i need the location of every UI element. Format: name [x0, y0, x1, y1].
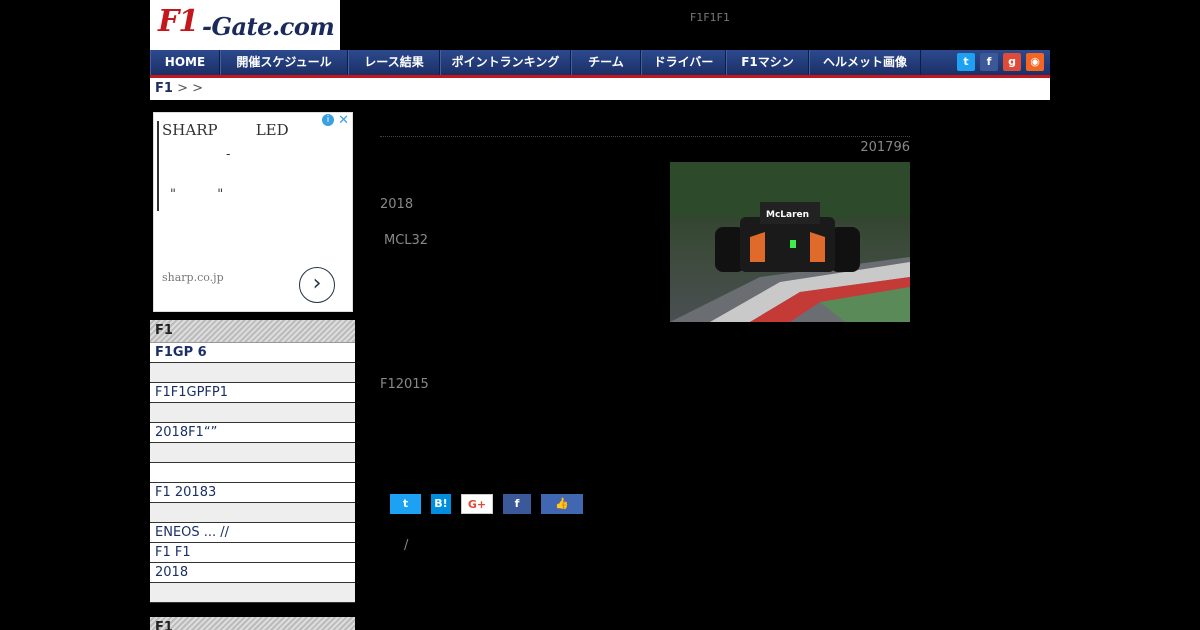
nav-driver[interactable]: ドライバー [641, 50, 726, 75]
sidebar-list: F1 F1GP 6 F1F1GPFP1 2018F1“” F1 20183 EN… [150, 320, 355, 603]
article-photo: McLaren [670, 162, 910, 322]
site-tagline: F1F1F1 [690, 11, 730, 24]
article-date: 201796 [860, 140, 910, 155]
twitter-icon[interactable]: t [957, 53, 975, 71]
sidebar-ad[interactable]: SHARP LED - " " sharp.co.jp › i ✕ [153, 112, 353, 312]
article: 201796 2018 MCL32 F12015 McLaren [380, 136, 910, 392]
article-divider [380, 136, 910, 137]
twitter-share-icon[interactable]: t [390, 494, 421, 514]
list-item[interactable]: ENEOS ... // [150, 523, 355, 543]
ad-quote-bar [157, 121, 159, 211]
photo-label: McLaren [766, 210, 809, 220]
ad-close-icon[interactable]: ✕ [338, 113, 349, 128]
google-plus-icon[interactable]: g [1003, 53, 1021, 71]
list-item[interactable]: 2018 [150, 563, 355, 583]
ad-line2: - [226, 147, 231, 162]
list-item[interactable]: F1 F1 [150, 543, 355, 563]
logo-gate: -Gate.com [202, 12, 335, 41]
facebook-icon[interactable]: f [980, 53, 998, 71]
list-item[interactable]: 2018F1“” [150, 423, 355, 443]
list-item[interactable] [150, 503, 355, 523]
breadcrumb-separator: > [177, 81, 188, 96]
article-text: MCL32 [384, 233, 429, 248]
nav-ranking[interactable]: ポイントランキング [440, 50, 571, 75]
list-item[interactable] [150, 463, 355, 483]
ad-headline: SHARP LED [162, 121, 289, 139]
nav-helmet[interactable]: ヘルメット画像 [809, 50, 921, 75]
nav-team[interactable]: チーム [571, 50, 641, 75]
share-buttons: t B! G+ f 👍 [390, 494, 593, 514]
like-icon[interactable]: 👍 [541, 494, 583, 514]
ad-line3: " " [170, 187, 224, 202]
google-plus-share-icon[interactable]: G+ [461, 494, 493, 514]
sidebar-heading-2: F1 [150, 617, 355, 630]
article-text: F12015 [380, 377, 429, 392]
list-item[interactable]: F1F1GPFP1 [150, 383, 355, 403]
facebook-share-icon[interactable]: f [503, 494, 531, 514]
header: F1 -Gate.com F1F1F1 [150, 0, 1050, 50]
nav-home[interactable]: HOME [150, 50, 220, 75]
nav-schedule[interactable]: 開催スケジュール [220, 50, 348, 75]
list-item[interactable]: F1GP 6 [150, 343, 355, 363]
breadcrumb: F1 > > [150, 78, 1050, 100]
site-logo[interactable]: F1 -Gate.com [150, 0, 340, 50]
list-item[interactable] [150, 363, 355, 383]
list-item[interactable] [150, 403, 355, 423]
hatena-bookmark-icon[interactable]: B! [431, 494, 451, 514]
sidebar-heading: F1 [150, 320, 355, 343]
ad-info-icon[interactable]: i [322, 114, 334, 126]
footer-separator: / [404, 538, 409, 553]
ad-domain: sharp.co.jp [162, 271, 224, 284]
nav-results[interactable]: レース結果 [348, 50, 440, 75]
social-links: t f g ◉ [957, 53, 1044, 71]
list-item[interactable]: F1 20183 [150, 483, 355, 503]
nav-machine[interactable]: F1マシン [726, 50, 809, 75]
breadcrumb-root[interactable]: F1 [155, 81, 173, 96]
article-text: 2018 [380, 197, 414, 212]
main-nav: HOME 開催スケジュール レース結果 ポイントランキング チーム ドライバー … [150, 50, 1050, 78]
list-item[interactable] [150, 583, 355, 603]
logo-f1: F1 [158, 4, 199, 39]
breadcrumb-separator: > [192, 81, 204, 96]
rss-icon[interactable]: ◉ [1026, 53, 1044, 71]
list-item[interactable] [150, 443, 355, 463]
ad-arrow-icon[interactable]: › [299, 267, 335, 303]
